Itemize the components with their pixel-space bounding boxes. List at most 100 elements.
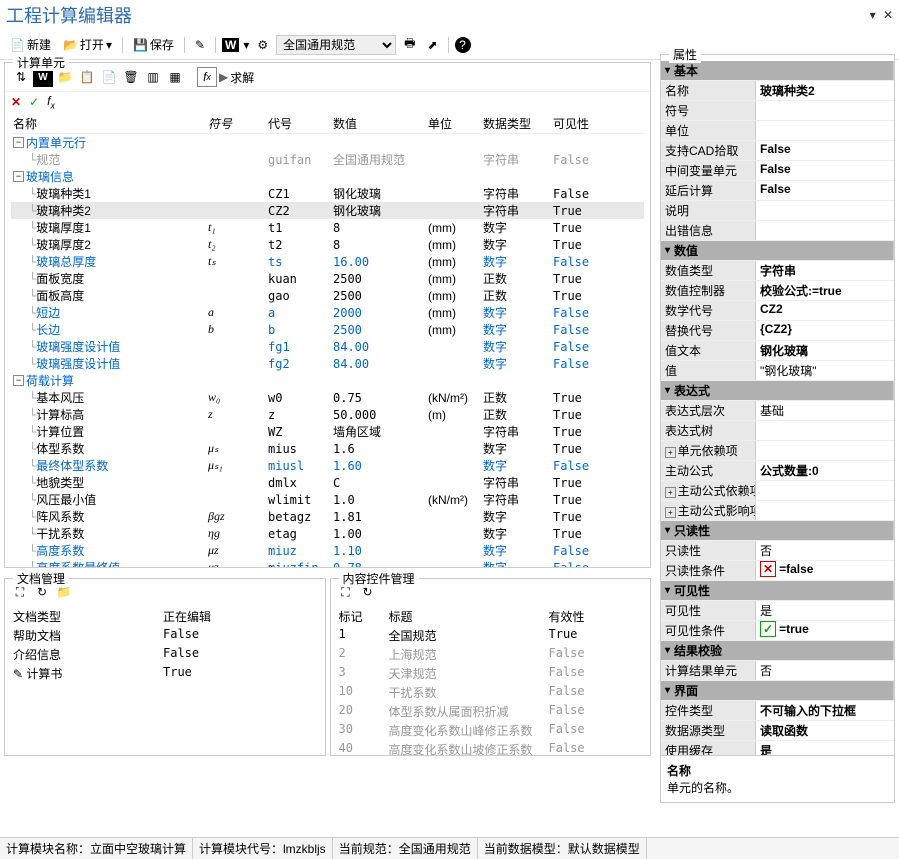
prop-row[interactable]: 数据源类型读取函数 (661, 721, 894, 741)
prop-row[interactable]: 只读性条件✕=false (661, 561, 894, 581)
tree-row[interactable]: └玻璃种类1CZ1钢化玻璃字符串False (11, 185, 644, 202)
expand-icon[interactable]: + (665, 507, 676, 518)
fx-toggle[interactable]: fx (197, 67, 217, 87)
prop-row[interactable]: 说明 (661, 201, 894, 221)
tree-group[interactable]: −玻璃信息 (11, 168, 644, 185)
content-row[interactable]: 20体型系数从属面积折减False (337, 702, 645, 721)
tree-row[interactable]: └基本风压w₀w00.75(kN/m²)正数True (11, 389, 644, 406)
doc-row[interactable]: 介绍信息False (11, 645, 319, 664)
prop-row[interactable]: 数值类型字符串 (661, 261, 894, 281)
tree-group[interactable]: −内置单元行 (11, 134, 644, 151)
accept-fx-icon[interactable]: ✓ (29, 95, 39, 109)
expand-icon[interactable]: + (665, 487, 676, 498)
tree-row[interactable]: └高度系数最终值μzmiuzfinal0.78数字False (11, 559, 644, 567)
close-icon[interactable]: ✕ (883, 8, 893, 22)
prop-row[interactable]: 数值控制器校验公式:=true (661, 281, 894, 301)
prop-group-header[interactable]: ▾结果校验 (661, 641, 894, 661)
prop-group-header[interactable]: ▾表达式 (661, 381, 894, 401)
tree-row[interactable]: └长边bb2500(mm)数字False (11, 321, 644, 338)
doc-row[interactable]: 帮助文档False (11, 626, 319, 645)
prop-row[interactable]: +单元依赖项 (661, 441, 894, 461)
prop-group-header[interactable]: ▾基本 (661, 61, 894, 81)
toggle-icon[interactable]: − (13, 375, 24, 386)
content-row[interactable]: 30高度变化系数山峰修正系数False (337, 721, 645, 740)
tree-row[interactable]: └风压最小值wlimit1.0(kN/m²)字符串True (11, 491, 644, 508)
save-button[interactable]: 💾保存 (129, 34, 178, 55)
cancel-fx-icon[interactable]: ✕ (11, 95, 21, 109)
delete-icon[interactable]: 🗑 (121, 67, 141, 87)
copy-icon[interactable]: 📋 (77, 67, 97, 87)
prop-row[interactable]: 使用缓存是 (661, 741, 894, 755)
tree-group[interactable]: −荷载计算 (11, 372, 644, 389)
columns-icon[interactable]: ▥ (143, 67, 163, 87)
tree-row[interactable]: └计算标高zz50.000(m)正数True (11, 406, 644, 423)
tree-row[interactable]: └玻璃厚度2t₂t28(mm)数字True (11, 236, 644, 253)
solve-button[interactable]: 求解 (230, 69, 254, 86)
tree-row[interactable]: └面板宽度kuan2500(mm)正数True (11, 270, 644, 287)
prop-row[interactable]: 支持CAD拾取False (661, 141, 894, 161)
tree-row[interactable]: └计算位置WZ墙角区域字符串True (11, 423, 644, 440)
prop-row[interactable]: 可见性条件✓=true (661, 621, 894, 641)
tree-row[interactable]: └干扰系数ηgetag1.00数字True (11, 525, 644, 542)
content-row[interactable]: 1全国规范True (337, 626, 645, 645)
tree-row[interactable]: └阵风系数βgzbetagz1.81数字True (11, 508, 644, 525)
prop-row[interactable]: 表达式层次基础 (661, 401, 894, 421)
content-row[interactable]: 10干扰系数False (337, 683, 645, 702)
prop-group-header[interactable]: ▾数值 (661, 241, 894, 261)
prop-row[interactable]: 表达式树 (661, 421, 894, 441)
prop-row[interactable]: 值"钢化玻璃" (661, 361, 894, 381)
prop-row[interactable]: 中间变量单元False (661, 161, 894, 181)
tree-row[interactable]: └玻璃厚度1t₁t18(mm)数字True (11, 219, 644, 236)
tree-row[interactable]: └地貌类型dmlxC字符串True (11, 474, 644, 491)
prop-row[interactable]: 符号 (661, 101, 894, 121)
prop-row[interactable]: 主动公式公式数量:0 (661, 461, 894, 481)
tree-row[interactable]: └短边aa2000(mm)数字False (11, 304, 644, 321)
tree-row[interactable]: └玻璃总厚度tₛts16.00(mm)数字False (11, 253, 644, 270)
paste-icon[interactable]: 📄 (99, 67, 119, 87)
prop-row[interactable]: 计算结果单元否 (661, 661, 894, 681)
prop-row[interactable]: +主动公式依赖项 (661, 481, 894, 501)
prop-row[interactable]: 替换代号{CZ2} (661, 321, 894, 341)
tree-row[interactable]: └玻璃强度设计值fg184.00数字False (11, 338, 644, 355)
dropdown-icon[interactable]: ▾ (870, 8, 876, 22)
prop-row[interactable]: 出错信息 (661, 221, 894, 241)
external-icon[interactable]: ⬈ (423, 36, 441, 54)
toggle-icon[interactable]: − (13, 171, 24, 182)
prop-group-header[interactable]: ▾只读性 (661, 521, 894, 541)
print-icon[interactable]: 🖶 (400, 32, 419, 57)
prop-row[interactable]: 控件类型不可输入的下拉框 (661, 701, 894, 721)
tree-row[interactable]: └玻璃强度设计值fg284.00数字False (11, 355, 644, 372)
tree-row[interactable]: └高度系数μzmiuz1.10数字False (11, 542, 644, 559)
word-icon[interactable]: W (222, 38, 239, 52)
tree-row[interactable]: └规范guifan全国通用规范字符串False (11, 151, 644, 168)
tree-row[interactable]: └最终体型系数μₛ₁miusl1.60数字False (11, 457, 644, 474)
doc-row[interactable]: ✎ 计算书True (11, 664, 319, 683)
tree-row[interactable]: └体型系数μₛmius1.6数字True (11, 440, 644, 457)
expand-icon[interactable]: + (665, 447, 676, 458)
spec-dropdown[interactable]: 全国通用规范 (276, 35, 396, 55)
prop-group-header[interactable]: ▾可见性 (661, 581, 894, 601)
prop-group-header[interactable]: ▾界面 (661, 681, 894, 701)
new-button[interactable]: 📄新建 (6, 34, 55, 55)
block-icon[interactable]: ▦ (165, 67, 185, 87)
content-row[interactable]: 3天津规范False (337, 664, 645, 683)
calc-tree[interactable]: 名称 符号 代号 数值 单位 数据类型 可见性 −内置单元行└规范guifan全… (5, 112, 650, 567)
tree-row[interactable]: └面板高度gao2500(mm)正数True (11, 287, 644, 304)
prop-row[interactable]: 只读性否 (661, 541, 894, 561)
prop-row[interactable]: 可见性是 (661, 601, 894, 621)
prop-row[interactable]: 单位 (661, 121, 894, 141)
prop-row[interactable]: +主动公式影响项 (661, 501, 894, 521)
edit-icon[interactable]: ✎ (191, 36, 209, 54)
help-icon[interactable]: ? (455, 37, 471, 53)
tree-row[interactable]: └玻璃种类2CZ2钢化玻璃字符串True (11, 202, 644, 219)
content-row[interactable]: 40高度变化系数山坡修正系数False (337, 740, 645, 755)
prop-row[interactable]: 值文本钢化玻璃 (661, 341, 894, 361)
prop-row[interactable]: 名称玻璃种类2 (661, 81, 894, 101)
open-button[interactable]: 📂打开▾ (59, 34, 116, 55)
prop-row[interactable]: 数学代号CZ2 (661, 301, 894, 321)
play-icon[interactable]: ▶ (219, 70, 228, 84)
gear-icon[interactable]: ⚙ (253, 36, 272, 54)
content-row[interactable]: 2上海规范False (337, 645, 645, 664)
prop-row[interactable]: 延后计算False (661, 181, 894, 201)
toggle-icon[interactable]: − (13, 137, 24, 148)
